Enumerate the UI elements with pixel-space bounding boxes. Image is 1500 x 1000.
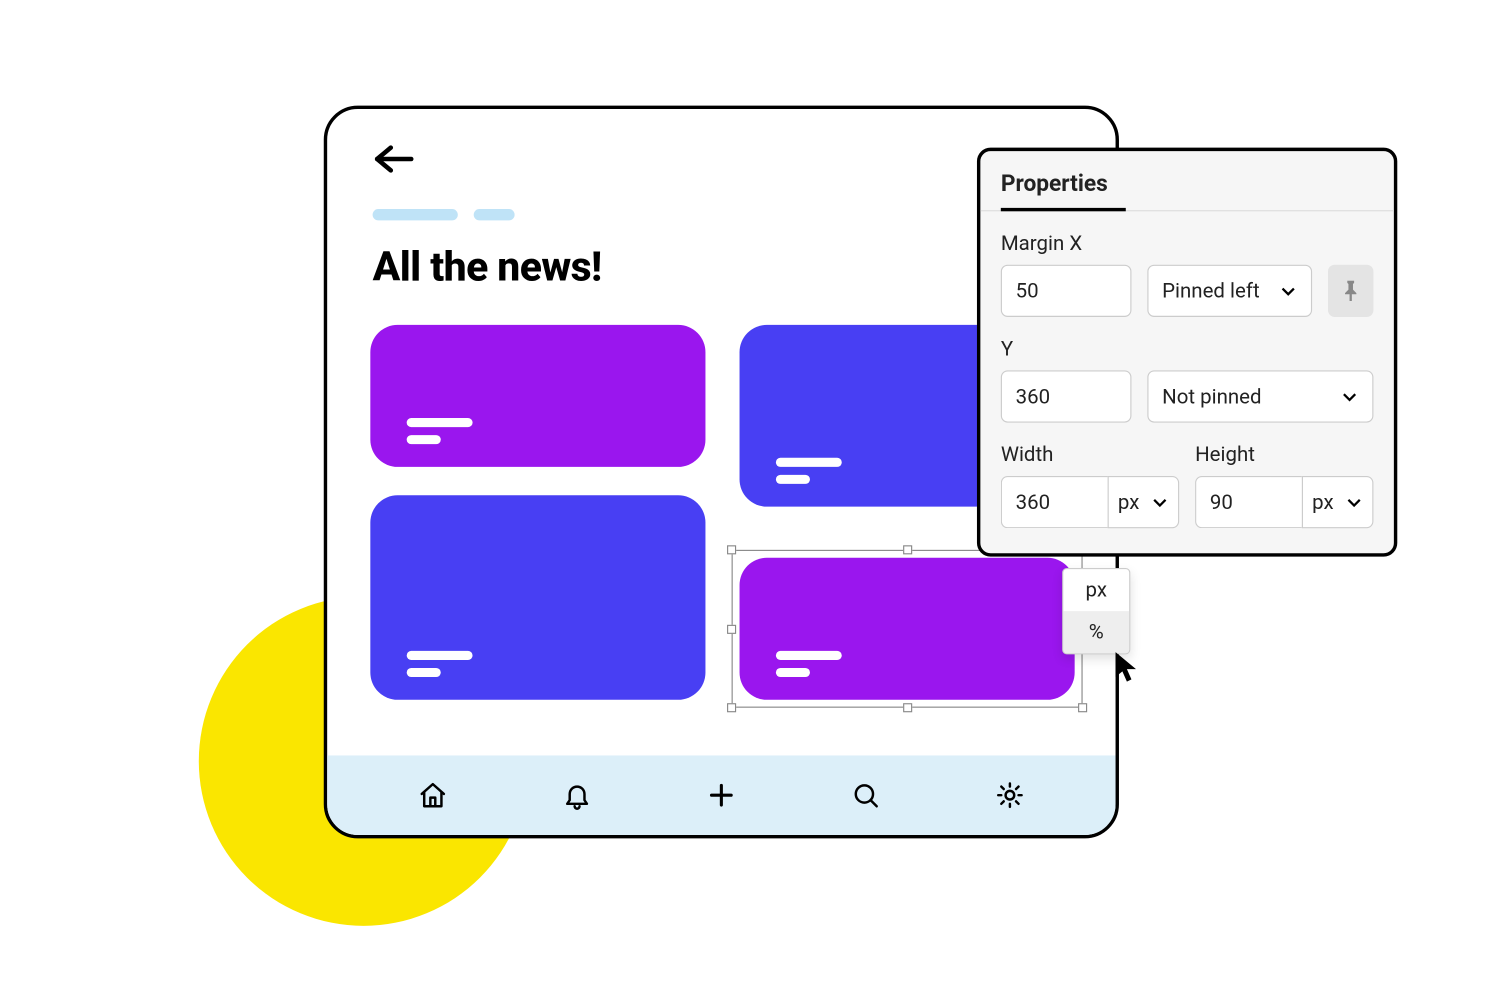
pin-icon <box>1342 281 1360 301</box>
width-unit-dropdown: px % <box>1062 568 1130 654</box>
unit-option-percent[interactable]: % <box>1063 611 1129 653</box>
chevron-down-icon <box>1340 387 1358 405</box>
width-label: Width <box>1001 443 1179 467</box>
search-icon[interactable] <box>851 780 881 810</box>
resize-handle[interactable] <box>1078 703 1087 712</box>
resize-handle[interactable] <box>903 545 912 554</box>
unit-option-px[interactable]: px <box>1063 569 1129 611</box>
news-card-selected[interactable] <box>740 558 1075 700</box>
resize-handle[interactable] <box>903 703 912 712</box>
y-pin-select[interactable]: Not pinned <box>1147 370 1373 422</box>
margin-x-label: Margin X <box>1001 232 1374 256</box>
card-grid <box>370 325 1072 711</box>
margin-x-pin-select[interactable]: Pinned left <box>1147 265 1312 317</box>
breadcrumb-placeholder <box>373 209 1071 220</box>
bottom-tab-bar <box>327 755 1115 835</box>
chevron-down-icon <box>1151 493 1169 511</box>
y-label: Y <box>1001 337 1374 361</box>
news-card[interactable] <box>370 495 705 699</box>
chevron-down-icon <box>1345 493 1363 511</box>
home-icon[interactable] <box>418 780 448 810</box>
resize-handle[interactable] <box>727 703 736 712</box>
gear-icon[interactable] <box>995 780 1025 810</box>
chevron-down-icon <box>1279 282 1297 300</box>
height-unit-select[interactable]: px <box>1302 476 1373 528</box>
width-unit-select[interactable]: px <box>1108 476 1179 528</box>
y-input[interactable]: 360 <box>1001 370 1132 422</box>
resize-handle[interactable] <box>727 624 736 633</box>
mouse-cursor-icon <box>1113 650 1140 689</box>
height-label: Height <box>1195 443 1373 467</box>
news-card[interactable] <box>370 325 705 467</box>
bell-icon[interactable] <box>563 780 593 810</box>
height-input[interactable]: 90 <box>1195 476 1302 528</box>
resize-handle[interactable] <box>727 545 736 554</box>
page-title: All the news! <box>373 243 1071 291</box>
pin-button[interactable] <box>1328 265 1373 317</box>
properties-panel-title: Properties <box>980 151 1394 211</box>
plus-icon[interactable] <box>707 780 737 810</box>
margin-x-input[interactable]: 50 <box>1001 265 1132 317</box>
width-input[interactable]: 360 <box>1001 476 1108 528</box>
properties-panel: Properties Margin X 50 Pinned left Y <box>977 148 1397 557</box>
back-arrow-icon[interactable] <box>373 143 1071 175</box>
